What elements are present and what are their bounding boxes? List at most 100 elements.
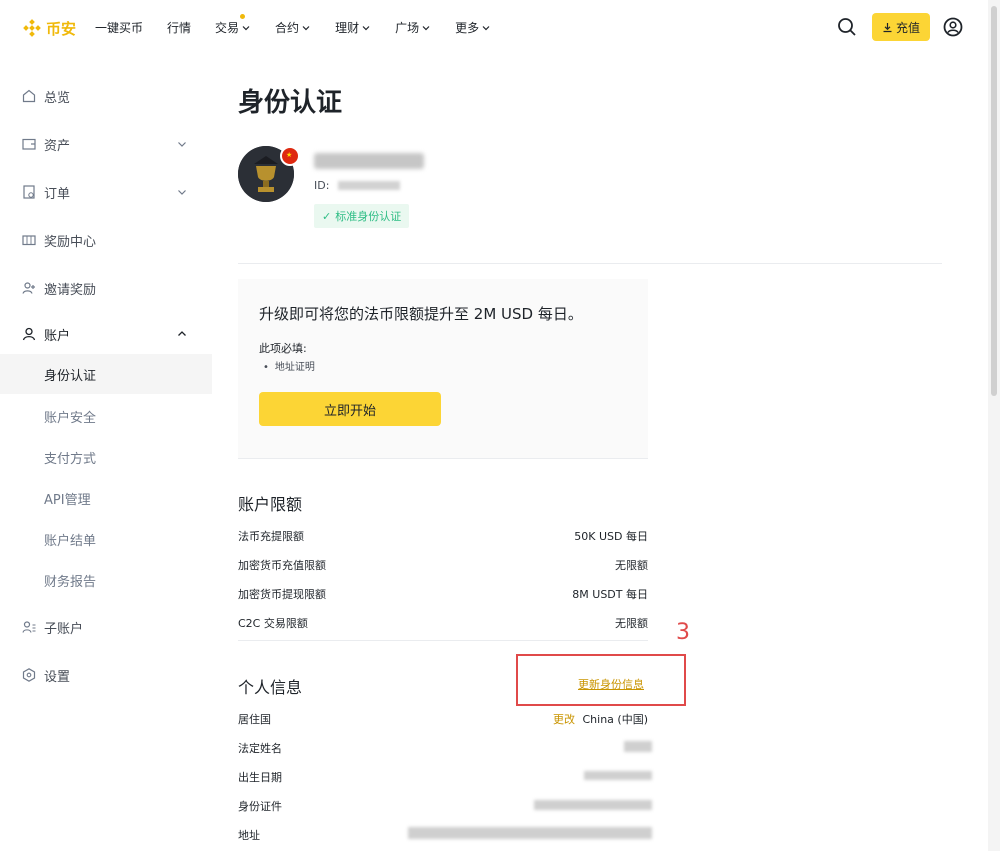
personal-row-label: 出生日期	[238, 771, 282, 784]
sidebar-subitem-api[interactable]: API管理	[0, 478, 212, 518]
limit-row-value: 无限额	[615, 559, 648, 572]
username-redacted	[314, 153, 424, 169]
deposit-label: 充值	[895, 20, 920, 35]
personal-row-label: 地址	[238, 829, 260, 842]
divider	[238, 458, 648, 459]
upgrade-heading: 升级即可将您的法币限额提升至 2M USD 每日。	[259, 305, 583, 323]
limit-row-label: 加密货币充值限额	[238, 559, 326, 572]
ticket-icon	[22, 235, 36, 246]
wallet-icon	[22, 138, 36, 150]
personal-info-title: 个人信息	[238, 678, 303, 697]
brand-name: 币安	[46, 19, 77, 38]
annotation-step-number: 3	[676, 620, 690, 645]
person-icon	[22, 327, 36, 341]
personal-row-label: 法定姓名	[238, 742, 282, 755]
chevron-down-icon	[302, 25, 310, 30]
account-limits-title: 账户限额	[238, 495, 303, 514]
sidebar-item-label: 订单	[44, 186, 71, 202]
chevron-down-icon	[242, 25, 250, 30]
sidebar-subitem-payment[interactable]: 支付方式	[0, 437, 212, 477]
nav-item-buy-crypto[interactable]: 一键买币	[95, 19, 143, 36]
sidebar-item-rewards[interactable]: 奖励中心	[0, 220, 212, 260]
sub-account-icon	[22, 621, 36, 633]
divider	[238, 640, 648, 641]
sidebar-subitem-label: 账户安全	[44, 410, 97, 426]
sidebar-item-label: 账户	[44, 328, 71, 344]
legal-name-redacted	[624, 741, 652, 752]
chevron-down-icon	[482, 25, 490, 30]
chevron-down-icon[interactable]	[176, 186, 188, 198]
start-verification-button[interactable]: 立即开始	[259, 392, 441, 426]
sidebar-item-sub-account[interactable]: 子账户	[0, 607, 212, 647]
sidebar-subitem-identity[interactable]: 身份认证	[0, 354, 212, 394]
scrollbar-thumb[interactable]	[991, 6, 997, 396]
chevron-down-icon[interactable]	[176, 138, 188, 150]
sidebar-item-referral[interactable]: 邀请奖励	[0, 268, 212, 308]
nav-item-more[interactable]: 更多	[455, 19, 491, 36]
sidebar-subitem-reports[interactable]: 财务报告	[0, 560, 212, 600]
notification-dot	[240, 14, 246, 19]
top-navigation-bar: 币安 一键买币 行情 交易 合约 理财 广场 更多 充值	[0, 0, 1000, 56]
sidebar-subitem-label: API管理	[44, 492, 91, 508]
verification-status-badge: ✓ 标准身份认证	[314, 204, 410, 228]
chevron-down-icon	[362, 25, 370, 30]
add-user-icon	[22, 282, 35, 294]
birth-date-redacted	[584, 771, 652, 780]
nav-item-trade[interactable]: 交易	[215, 14, 251, 36]
user-id-label: ID:	[314, 179, 330, 192]
nav-label: 交易	[215, 21, 240, 35]
annotation-highlight-box	[516, 654, 686, 706]
address-redacted	[408, 827, 652, 839]
chevron-up-icon[interactable]	[176, 328, 188, 340]
verification-status-label: 标准身份认证	[335, 210, 402, 223]
limit-row-label: C2C 交易限额	[238, 617, 308, 630]
sidebar-item-label: 资产	[44, 138, 71, 154]
nav-item-futures[interactable]: 合约	[275, 19, 311, 36]
user-account-icon[interactable]	[942, 16, 964, 38]
personal-row-label: 身份证件	[238, 800, 282, 813]
sidebar-subitem-label: 支付方式	[44, 451, 97, 467]
limit-row-label: 加密货币提现限额	[238, 588, 326, 601]
change-country-link[interactable]: 更改	[553, 711, 575, 727]
sidebar-item-overview[interactable]: 总览	[0, 76, 212, 116]
sidebar-subitem-label: 财务报告	[44, 574, 97, 590]
nav-label: 合约	[275, 21, 300, 35]
required-item: 地址证明	[263, 358, 315, 373]
sidebar-subitem-label: 账户结单	[44, 533, 97, 549]
sidebar-item-label: 子账户	[44, 621, 84, 637]
limit-row-value: 无限额	[615, 617, 648, 630]
page-title: 身份认证	[238, 88, 343, 118]
chevron-down-icon	[422, 25, 430, 30]
limit-row-value: 50K USD 每日	[574, 530, 648, 543]
sidebar-item-assets[interactable]: 资产	[0, 124, 212, 164]
orders-icon	[23, 185, 35, 199]
settings-icon	[22, 668, 36, 682]
nav-label: 广场	[395, 21, 420, 35]
home-icon	[22, 89, 36, 103]
divider	[238, 263, 942, 264]
nav-item-markets[interactable]: 行情	[167, 19, 191, 36]
search-icon[interactable]	[836, 16, 858, 38]
id-document-redacted	[534, 800, 652, 810]
sidebar-subitem-security[interactable]: 账户安全	[0, 396, 212, 436]
nav-label: 一键买币	[95, 21, 144, 35]
sidebar-item-orders[interactable]: 订单	[0, 172, 212, 212]
deposit-button[interactable]: 充值	[872, 13, 930, 41]
nav-item-square[interactable]: 广场	[395, 19, 431, 36]
limit-row-label: 法币充提限额	[238, 530, 304, 543]
limit-row-value: 8M USDT 每日	[572, 588, 648, 601]
personal-row-value: China (中国)	[582, 713, 648, 726]
sidebar-subitem-statement[interactable]: 账户结单	[0, 519, 212, 559]
main-nav: 一键买币 行情 交易 合约 理财 广场 更多	[95, 14, 515, 36]
sidebar-item-label: 总览	[44, 90, 71, 106]
page-scrollbar[interactable]	[988, 0, 1000, 851]
sidebar-item-account[interactable]: 账户	[0, 314, 212, 354]
sidebar-item-settings[interactable]: 设置	[0, 655, 212, 695]
upgrade-card: 升级即可将您的法币限额提升至 2M USD 每日。 此项必填: 地址证明 立即开…	[238, 279, 648, 458]
user-id-redacted	[338, 181, 400, 190]
required-label: 此项必填:	[259, 342, 307, 355]
brand-logo[interactable]: 币安	[22, 16, 76, 40]
nav-label: 更多	[455, 21, 480, 35]
nav-item-earn[interactable]: 理财	[335, 19, 371, 36]
check-icon: ✓	[322, 209, 332, 223]
